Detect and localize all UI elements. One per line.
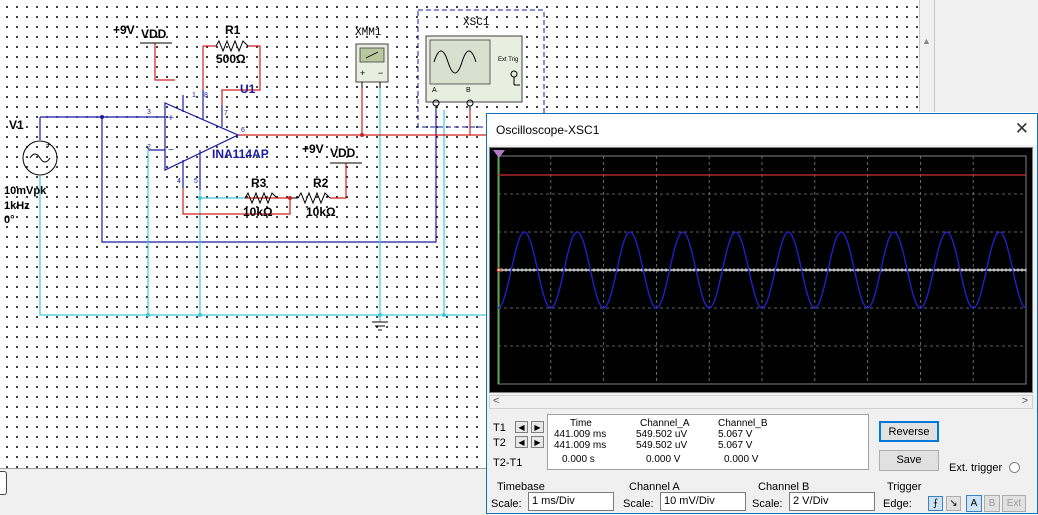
t1-channel-b: 5.067 V [718, 429, 753, 440]
channel-b-scale-input[interactable]: 2 V/Div [789, 492, 875, 511]
vertical-scrollbar[interactable]: ▲ [919, 0, 935, 112]
pin-3-label: 3 [147, 109, 151, 116]
rising-edge-icon[interactable]: ⨍ [928, 496, 943, 511]
t2-channel-a: 549.502 uV [636, 440, 688, 451]
close-icon[interactable]: ✕ [1015, 119, 1029, 139]
oscilloscope-titlebar[interactable]: Oscilloscope-XSC1 ✕ [487, 114, 1037, 145]
falling-edge-icon[interactable]: ↘ [946, 496, 961, 511]
header-channel-a: Channel_A [640, 418, 690, 429]
xsc1-ext-trig-label: Ext Trig [498, 57, 519, 63]
v1-name-label: V1 [9, 118, 24, 132]
ext-trigger-radio[interactable] [1009, 462, 1020, 473]
scope-screen [493, 150, 1027, 385]
oscilloscope-title: Oscilloscope-XSC1 [496, 123, 600, 137]
pin-7-label: 7 [224, 110, 228, 117]
pin-5-label: 5 [194, 178, 198, 185]
xsc1-a-label: A [432, 87, 437, 94]
resistor-r2[interactable] [290, 191, 331, 205]
ext-trigger-label: Ext. trigger [949, 462, 1003, 474]
junction-dots [100, 115, 446, 317]
svg-text:+: + [360, 68, 365, 78]
workspace-side-panel [934, 0, 1038, 112]
svg-text:+: + [46, 140, 51, 150]
pin-8-label: 8 [204, 92, 208, 99]
pin-6-label: 6 [241, 127, 245, 134]
t2-left-arrow-icon[interactable]: ◀ [515, 436, 528, 448]
svg-text:+: + [168, 113, 174, 124]
cursor-readout-table: Time Channel_A Channel_B 441.009 ms 549.… [547, 414, 869, 470]
t2-right-arrow-icon[interactable]: ▶ [531, 436, 544, 448]
u1-name-label: U1 [240, 82, 256, 96]
bottom-panel-tab[interactable] [0, 471, 7, 495]
source-v1[interactable]: + [22, 140, 58, 176]
t1-time: 441.009 ms [554, 429, 607, 440]
multimeter-xmm1[interactable]: + − [355, 43, 389, 88]
supply-label-1: +9V [113, 23, 135, 37]
t2t1-time: 0.000 s [562, 454, 595, 465]
header-time: Time [570, 418, 592, 429]
t2t1-channel-a: 0.000 V [646, 454, 681, 465]
vdd-label-1: VDD [141, 27, 167, 41]
r2-name-label: R2 [313, 176, 329, 190]
timebase-scale-input[interactable]: 1 ms/Div [528, 492, 614, 511]
trigger-title: Trigger [887, 481, 922, 493]
trigger-edge-label: Edge: [883, 498, 912, 510]
r3-name-label: R3 [251, 176, 267, 190]
t1-right-arrow-icon[interactable]: ▶ [531, 421, 544, 433]
xsc1-b-label: B [466, 87, 471, 94]
scope-display[interactable] [489, 147, 1033, 393]
save-button[interactable]: Save [879, 450, 939, 471]
u1-part-label: INA114AP [212, 147, 269, 161]
channel-b-scale-label: Scale: [752, 498, 783, 510]
t2t1-label: T2-T1 [493, 457, 523, 469]
v1-frequency-label: 1kHz [4, 200, 30, 212]
t1-label: T1 [493, 422, 506, 434]
trigger-source-a-button[interactable]: A [966, 495, 982, 512]
channel-a-scale-label: Scale: [623, 498, 654, 510]
vdd-label-2: VDD [330, 146, 356, 160]
trigger-source-b-button[interactable]: B [984, 495, 1000, 512]
r1-name-label: R1 [225, 23, 241, 37]
xmm1-name-label: XMM1 [355, 27, 382, 39]
t2-time: 441.009 ms [554, 440, 607, 451]
scroll-left-icon[interactable]: < [493, 395, 499, 407]
trigger-source-ext-button[interactable]: Ext [1002, 495, 1026, 512]
t2-label: T2 [493, 437, 506, 449]
pin-2-label: 2 [147, 144, 151, 151]
r1-value-label: 500Ω [216, 52, 246, 66]
reverse-button[interactable]: Reverse [879, 421, 939, 442]
bottom-panel [0, 468, 488, 515]
scope-horizontal-scrollbar[interactable]: < > [489, 395, 1033, 409]
scroll-up-icon[interactable]: ▲ [922, 36, 931, 46]
header-channel-b: Channel_B [718, 418, 768, 429]
timebase-scale-label: Scale: [491, 498, 522, 510]
scroll-right-icon[interactable]: > [1022, 395, 1028, 407]
xsc1-name-label: XSC1 [463, 17, 490, 29]
ground-symbol[interactable] [372, 321, 388, 331]
v1-phase-label: 0° [4, 214, 15, 226]
t2-channel-b: 5.067 V [718, 440, 753, 451]
opamp-u1[interactable]: + − [164, 90, 240, 190]
r2-value-label: 10kΩ [306, 205, 336, 219]
pin-1-label: 1 [192, 92, 196, 99]
oscilloscope-window[interactable]: Oscilloscope-XSC1 ✕ < > T1 ◀ ▶ T2 ◀ ▶ T2… [486, 113, 1038, 514]
wires-blue [39, 110, 437, 243]
channel-a-scale-input[interactable]: 10 mV/Div [660, 492, 746, 511]
resistor-r1[interactable] [215, 39, 249, 53]
v1-amplitude-label: 10mVpk [4, 185, 47, 197]
svg-text:−: − [168, 145, 174, 156]
t1-channel-a: 549.502 uV [636, 429, 688, 440]
svg-text:−: − [378, 68, 383, 78]
t2t1-channel-b: 0.000 V [724, 454, 759, 465]
t1-left-arrow-icon[interactable]: ◀ [515, 421, 528, 433]
cursor-panel: T1 ◀ ▶ T2 ◀ ▶ T2-T1 Time Channel_A Chann… [489, 412, 869, 474]
cursor-marker-icon [493, 150, 505, 158]
r3-value-label: 10kΩ [243, 205, 273, 219]
pin-4-label: 4 [177, 178, 181, 185]
supply-label-2: +9V [302, 142, 324, 156]
